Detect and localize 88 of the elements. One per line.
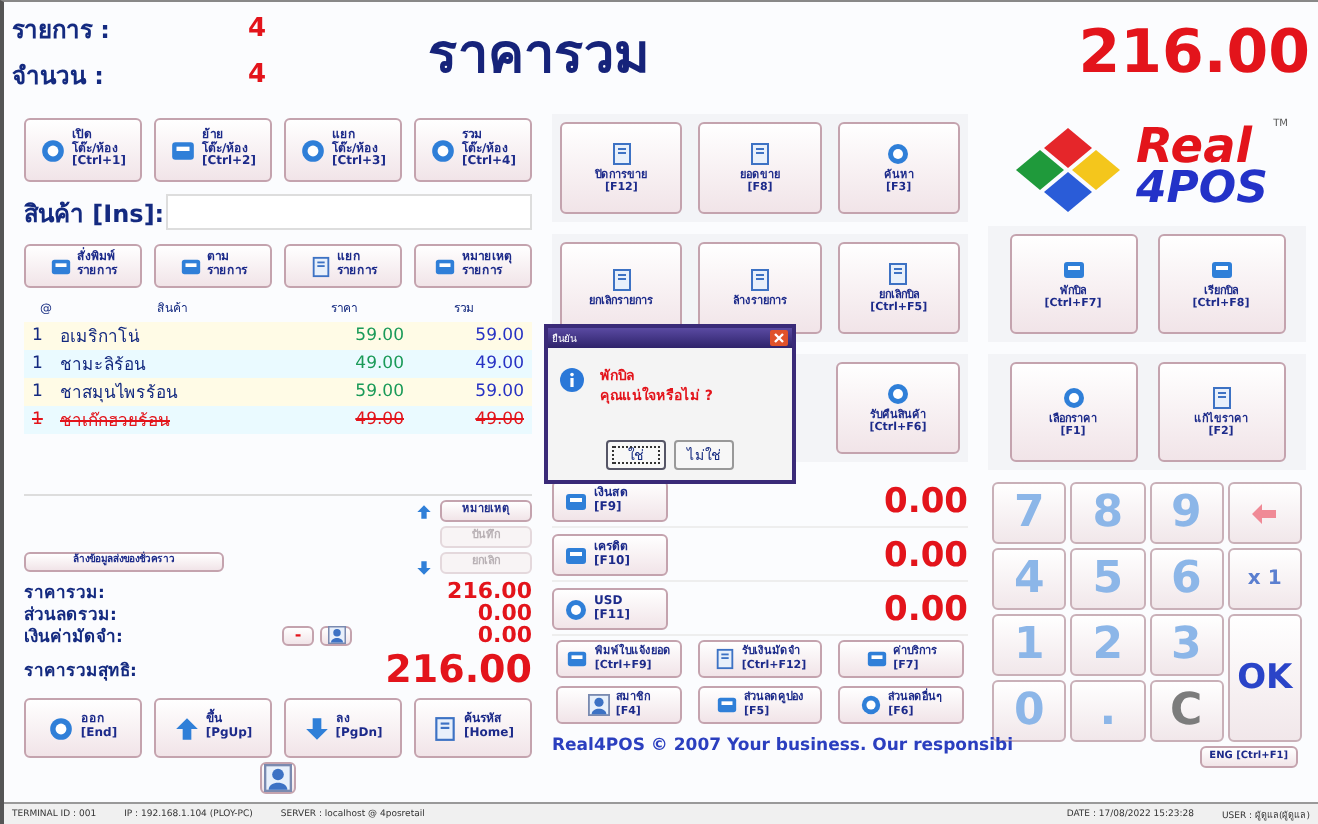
- payment-amount: 0.00: [882, 589, 968, 629]
- document-icon: [886, 261, 911, 286]
- table-cell-text: 1: [32, 382, 45, 402]
- circle-icon: [860, 694, 883, 716]
- table-cell-text: 49.00: [473, 354, 524, 374]
- document-icon: [432, 715, 459, 741]
- person-icon: [264, 764, 292, 792]
- product-label: สินค้า [Ins]:: [24, 197, 166, 231]
- table-cell-text: ชาเก๊กฮวยร้อน: [60, 409, 172, 434]
- document-icon: [748, 267, 772, 292]
- total-label: ส่วนลดรวม:: [24, 603, 119, 627]
- table-cell-text: ชาสมุนไพรร้อน: [60, 380, 180, 406]
- total-value: 0.00: [475, 600, 532, 626]
- table-cell-text: 1: [32, 410, 45, 430]
- circle-icon: [886, 141, 911, 166]
- total-value: 0.00: [475, 622, 532, 648]
- table-cell-text: ชามะลิร้อน: [60, 354, 148, 378]
- tile-icon: [179, 255, 201, 277]
- order-row[interactable]: 1 ชามะลิร้อน 49.00 49.00: [24, 350, 532, 378]
- up-arrow-icon: [173, 715, 200, 741]
- tile-icon: [865, 648, 888, 670]
- info-icon: [560, 368, 584, 392]
- document-icon: [713, 648, 736, 670]
- ok-key[interactable]: OK: [1227, 614, 1302, 742]
- total-value: 216.00: [445, 578, 532, 604]
- table-cell-text: 59.00: [473, 326, 524, 346]
- circle-icon: [886, 381, 910, 406]
- tile-icon: [564, 489, 588, 513]
- document-icon: [609, 267, 634, 292]
- circle-icon: [40, 137, 66, 163]
- table-cell-text: 59.00: [353, 382, 404, 402]
- summary-value: 4: [248, 14, 267, 44]
- table-cell-text: 1: [32, 326, 45, 346]
- tile-icon: [715, 694, 738, 716]
- product-field[interactable]: [166, 194, 532, 230]
- table-cell-text: 59.00: [353, 326, 404, 346]
- circle-icon: [1061, 385, 1085, 410]
- table-cell-text: 1: [32, 354, 45, 374]
- order-row[interactable]: 1 อเมริกาโน่ 59.00 59.00: [24, 322, 532, 350]
- left-arrow-icon: [1252, 503, 1277, 523]
- total-label: เงินค่ามัดจำ:: [24, 625, 125, 649]
- table-cell-text: อเมริกาโน่: [60, 324, 142, 350]
- table-cell-text: 49.00: [353, 410, 404, 430]
- net-total-label: ราคารวมสุทธิ:: [24, 659, 139, 684]
- summary-label: รายการ :: [12, 14, 112, 48]
- tile-icon: [1209, 257, 1233, 282]
- order-row[interactable]: 1 ชาสมุนไพรร้อน 59.00 59.00: [24, 378, 532, 406]
- circle-icon: [564, 597, 588, 621]
- total-label: ราคารวม:: [24, 581, 107, 605]
- multiplier-key[interactable]: x 1: [1227, 548, 1302, 610]
- tile-icon: [49, 255, 71, 277]
- tile-icon: [434, 255, 456, 277]
- screen-title: ราคารวม: [428, 21, 650, 89]
- person-icon: [587, 694, 610, 716]
- close-icon[interactable]: [770, 330, 788, 346]
- circle-icon: [430, 137, 456, 163]
- tile-icon: [564, 543, 588, 567]
- table-cell-text: 49.00: [473, 410, 524, 430]
- backspace-key[interactable]: [1227, 482, 1302, 544]
- person-icon: [327, 626, 345, 644]
- tile-icon: [1061, 257, 1085, 282]
- down-arrow-icon: [416, 560, 432, 576]
- footer-text: Real4POS © 2007 Your business. Our responsibi: [552, 736, 1016, 756]
- user-button[interactable]: [260, 762, 296, 794]
- net-total-value: 216.00: [385, 648, 532, 692]
- summary-value: 4: [248, 60, 267, 90]
- summary-label: จำนวน :: [12, 60, 106, 94]
- logo-word: 4POS: [1136, 169, 1268, 212]
- document-icon: [1209, 385, 1233, 410]
- circle-icon: [48, 715, 75, 741]
- order-row[interactable]: 1 ชาเก๊กฮวยร้อน 49.00 49.00: [24, 406, 532, 434]
- tile-icon: [170, 137, 196, 163]
- up-arrow-icon: [416, 504, 432, 520]
- document-icon: [748, 141, 772, 166]
- grand-total: 216.00: [1078, 17, 1310, 87]
- document-icon: [309, 255, 331, 277]
- tile-icon: [566, 648, 589, 670]
- logo-word: Real: [1136, 124, 1253, 170]
- clear-key[interactable]: C: [1149, 680, 1224, 742]
- payment-amount: 0.00: [882, 481, 968, 521]
- circle-icon: [300, 137, 326, 163]
- down-arrow-icon: [303, 715, 330, 741]
- logo-squares-icon: [1012, 124, 1124, 212]
- payment-amount: 0.00: [882, 535, 968, 575]
- table-cell-text: 59.00: [473, 382, 524, 402]
- document-icon: [609, 141, 634, 166]
- table-cell-text: 49.00: [353, 354, 404, 374]
- minus-button[interactable]: -: [282, 625, 314, 645]
